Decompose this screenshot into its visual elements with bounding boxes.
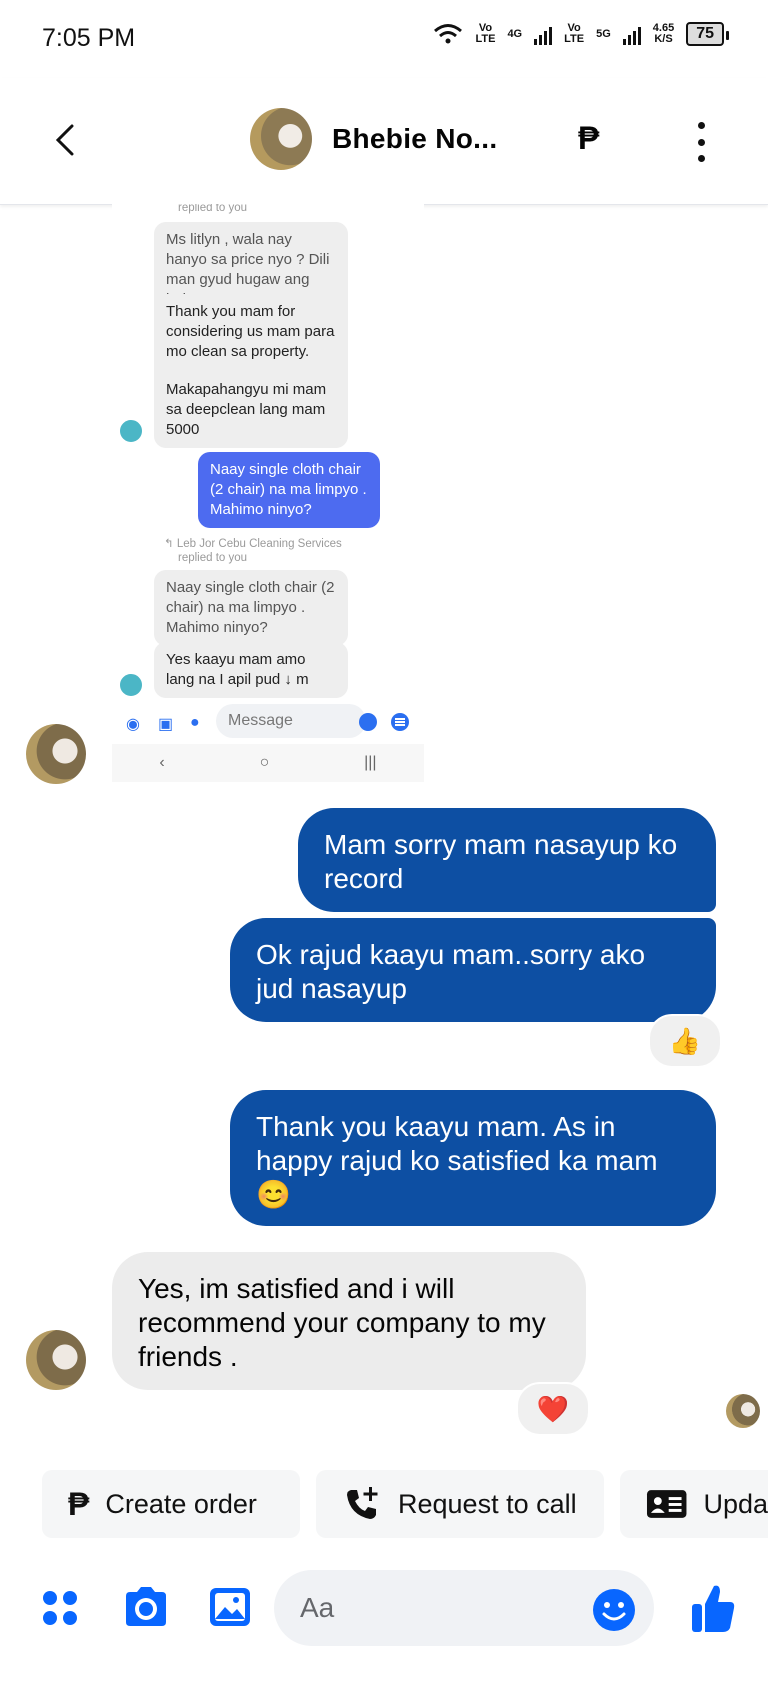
sender-avatar[interactable] [26, 724, 86, 784]
camera-icon[interactable] [122, 1586, 170, 1628]
status-bar: 7:05 PM Vo LTE 4G Vo LTE 5G 4.65 K/S 75 [0, 0, 768, 78]
embedded-reply-bubble: Thank you mam for considering us mam par… [154, 294, 348, 448]
network1-label: 4G [507, 27, 523, 40]
heart-reaction[interactable]: ❤️ [516, 1382, 590, 1436]
phone-plus-icon [347, 1487, 378, 1519]
network2-label: 5G [596, 27, 611, 40]
embedded-my-message: Naay single cloth chair (2 chair) na ma … [198, 452, 380, 528]
more-options-icon[interactable] [696, 122, 706, 162]
embedded-avatar-2 [118, 672, 144, 698]
camera-icon: ◉ [126, 716, 140, 733]
nav-back-icon: ‹ [159, 754, 165, 771]
peso-icon: ₱ [68, 1485, 90, 1522]
shared-screenshot-image[interactable]: replied to you Ms litlyn , wala nay hany… [112, 204, 424, 782]
apps-menu-icon[interactable] [40, 1588, 80, 1628]
embedded-avatar [118, 418, 144, 444]
chat-header: Bhebie No... ₱ [0, 78, 768, 205]
image-icon: ▣ [158, 716, 174, 733]
like-thumb-icon[interactable] [690, 1582, 736, 1634]
back-arrow-icon[interactable] [46, 120, 86, 160]
outgoing-message[interactable]: Ok rajud kaayu mam..sorry ako jud nasayu… [230, 918, 716, 1022]
signal2-icon [622, 23, 641, 45]
network-speed: 4.65 K/S [652, 22, 675, 45]
battery-indicator: 75 [686, 22, 729, 46]
emoji-icon [359, 713, 377, 731]
embedded-reply-bubble-2: Yes kaayu mam amo lang na I apil pud ↓ m [154, 642, 348, 698]
nav-home-icon: ○ [259, 754, 270, 771]
replied-label: replied to you [178, 204, 248, 214]
sim1-label: Vo LTE [475, 22, 496, 45]
incoming-message[interactable]: Yes, im satisfied and i will recommend y… [112, 1252, 586, 1390]
embedded-message-field: Message [216, 704, 366, 738]
status-icons: Vo LTE 4G Vo LTE 5G 4.65 K/S 75 [433, 22, 729, 46]
replied-by-label: ↰ Leb Jor Cebu Cleaning Services [164, 538, 342, 550]
embedded-nav-bar: ‹ ○ ||| [112, 744, 424, 782]
request-call-button[interactable]: Request to call [316, 1470, 604, 1538]
message-input-placeholder: Aa [300, 1592, 335, 1623]
create-order-button[interactable]: ₱ Create order [42, 1470, 300, 1538]
gallery-icon[interactable] [208, 1586, 252, 1628]
create-order-label: Create order [105, 1488, 257, 1519]
emoji-icon[interactable] [592, 1588, 636, 1632]
quoted-message-2: Naay single cloth chair (2 chair) na ma … [154, 570, 348, 646]
mic-icon: ● [190, 714, 200, 731]
contact-name[interactable]: Bhebie No... [332, 123, 497, 155]
sender-avatar[interactable] [26, 1330, 86, 1390]
thumbs-up-reaction[interactable]: 👍 [648, 1014, 722, 1068]
seen-avatar [726, 1394, 760, 1428]
contact-card-icon [646, 1490, 687, 1518]
wifi-icon [434, 24, 463, 44]
sim2-label: Vo LTE [564, 22, 585, 45]
outgoing-message[interactable]: Thank you kaayu mam. As in happy rajud k… [230, 1090, 716, 1226]
request-call-label: Request to call [398, 1488, 577, 1519]
status-time: 7:05 PM [42, 24, 136, 52]
nav-recents-icon: ||| [364, 754, 377, 771]
contact-avatar[interactable] [250, 108, 312, 170]
peso-icon[interactable]: ₱ [578, 120, 599, 157]
replied-to-label: replied to you [178, 552, 248, 564]
update-contact-button[interactable]: Upda [620, 1470, 768, 1538]
menu-icon [391, 713, 409, 731]
update-label: Upda [703, 1488, 768, 1519]
signal1-icon [534, 23, 553, 45]
outgoing-message[interactable]: Mam sorry mam nasayup ko record [298, 808, 716, 912]
